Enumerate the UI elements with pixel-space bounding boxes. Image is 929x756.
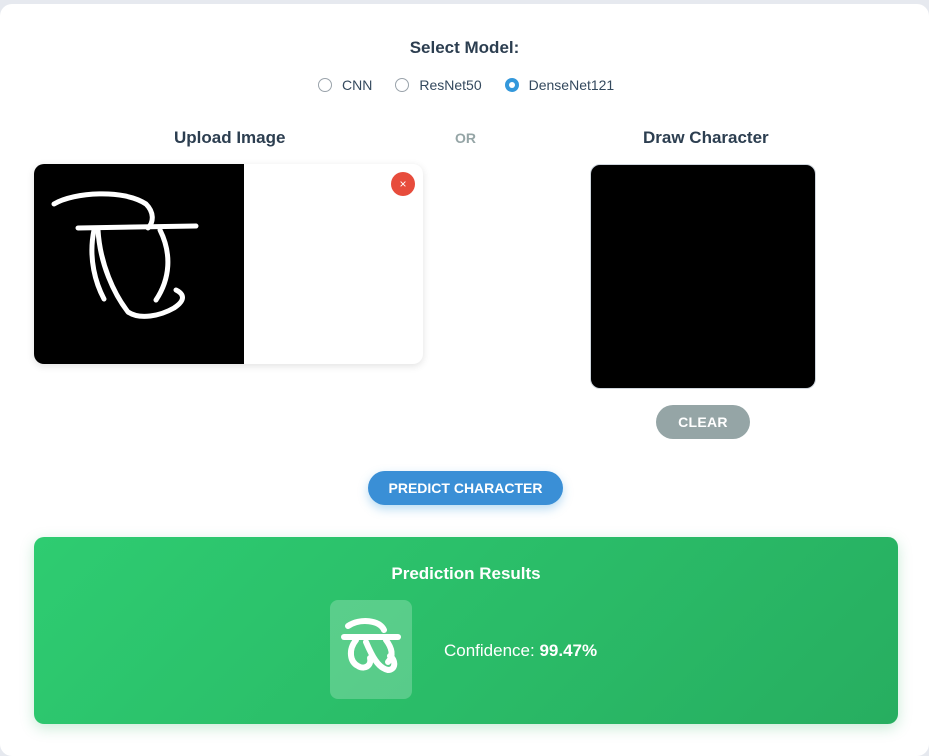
radio-label: CNN: [342, 77, 373, 93]
predict-character-button[interactable]: PREDICT CHARACTER: [368, 471, 563, 505]
confidence-text: Confidence: 99.47%: [444, 641, 597, 661]
clear-button[interactable]: CLEAR: [656, 405, 750, 439]
radio-densenet121[interactable]: DenseNet121: [504, 77, 615, 93]
radio-button-selected[interactable]: [504, 78, 519, 92]
upload-dropzone[interactable]: [34, 164, 423, 364]
prediction-results-panel: Prediction Results Confidence: 99.47%: [34, 537, 898, 724]
model-radio-group: CNN ResNet50 DenseNet121: [318, 76, 637, 94]
radio-cnn[interactable]: CNN: [318, 77, 372, 93]
radio-resnet50[interactable]: ResNet50: [395, 77, 482, 93]
results-title: Prediction Results: [391, 564, 541, 583]
radio-button[interactable]: [318, 78, 332, 92]
bengali-character-glyph-icon: [341, 618, 401, 673]
select-model-title: Select Model:: [409, 38, 520, 57]
confidence-label: Confidence:: [444, 641, 535, 660]
radio-label: ResNet50: [419, 77, 482, 93]
or-separator: OR: [455, 130, 476, 146]
confidence-value: 99.47%: [539, 641, 598, 660]
handwritten-character-image: [51, 191, 199, 319]
radio-button[interactable]: [395, 78, 410, 92]
predicted-character-box: [330, 600, 412, 699]
uploaded-image-preview: [34, 164, 244, 364]
remove-image-button[interactable]: ×: [391, 172, 415, 196]
draw-heading: Draw Character: [643, 128, 769, 147]
radio-label: DenseNet121: [528, 77, 615, 93]
upload-heading: Upload Image: [174, 128, 286, 147]
drawing-canvas[interactable]: [590, 164, 816, 389]
